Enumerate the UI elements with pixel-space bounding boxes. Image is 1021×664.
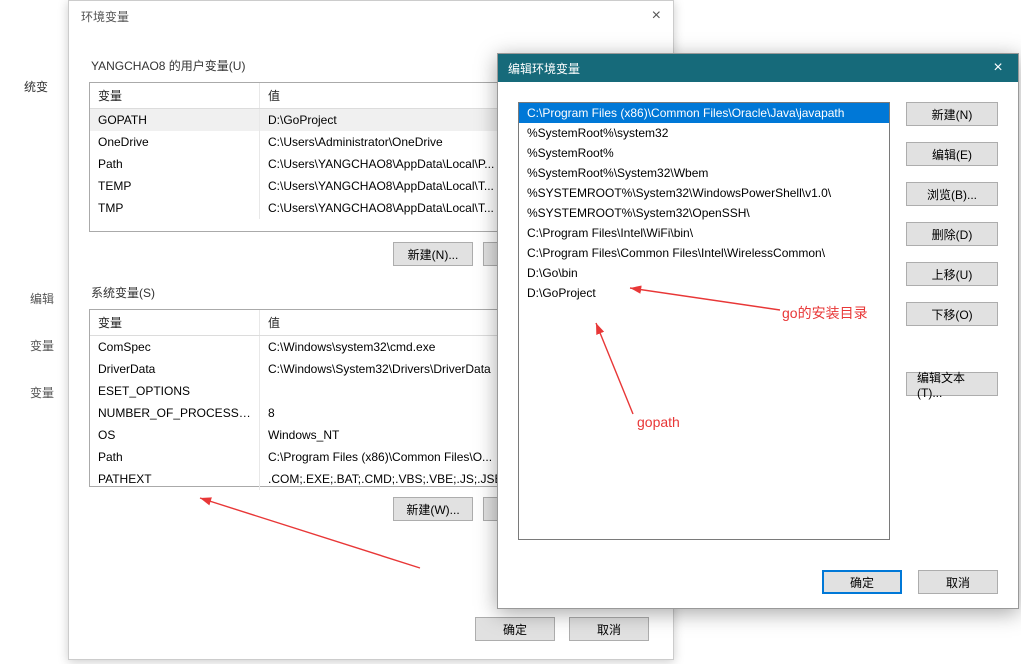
list-item[interactable]: %SystemRoot% xyxy=(519,143,889,163)
var-name: NUMBER_OF_PROCESSORS xyxy=(90,402,260,424)
path-down-button[interactable]: 下移(O) xyxy=(906,302,998,326)
list-item[interactable]: C:\Program Files (x86)\Common Files\Orac… xyxy=(519,103,889,123)
edit-path-window: 编辑环境变量 × C:\Program Files (x86)\Common F… xyxy=(497,53,1019,609)
sys-col-var: 变量 xyxy=(90,310,260,335)
var-name: PATHEXT xyxy=(90,468,260,490)
edit-path-title: 编辑环境变量 xyxy=(508,60,580,77)
sys-new-button[interactable]: 新建(W)... xyxy=(393,497,473,521)
list-item[interactable]: D:\Go\bin xyxy=(519,263,889,283)
var-name: OS xyxy=(90,424,260,446)
list-item[interactable]: %SYSTEMROOT%\System32\OpenSSH\ xyxy=(519,203,889,223)
var-name: ESET_OPTIONS xyxy=(90,380,260,402)
path-up-button[interactable]: 上移(U) xyxy=(906,262,998,286)
side-label-1: 编辑 xyxy=(30,290,68,307)
edit-ok-button[interactable]: 确定 xyxy=(822,570,902,594)
user-new-button[interactable]: 新建(N)... xyxy=(393,242,473,266)
env-vars-title: 环境变量 xyxy=(81,8,129,25)
side-label-2: 变量 xyxy=(30,337,68,354)
var-name: Path xyxy=(90,153,260,175)
edit-cancel-button[interactable]: 取消 xyxy=(918,570,998,594)
side-panel: 编辑 变量 变量 xyxy=(30,260,68,431)
bg-text: 统变 xyxy=(24,78,48,95)
path-new-button[interactable]: 新建(N) xyxy=(906,102,998,126)
path-edit-button[interactable]: 编辑(E) xyxy=(906,142,998,166)
path-listbox[interactable]: C:\Program Files (x86)\Common Files\Orac… xyxy=(518,102,890,540)
var-name: Path xyxy=(90,446,260,468)
var-name: DriverData xyxy=(90,358,260,380)
list-item[interactable]: %SystemRoot%\System32\Wbem xyxy=(519,163,889,183)
env-ok-button[interactable]: 确定 xyxy=(475,617,555,641)
var-name: ComSpec xyxy=(90,336,260,358)
list-item[interactable]: %SYSTEMROOT%\System32\WindowsPowerShell\… xyxy=(519,183,889,203)
close-icon[interactable]: × xyxy=(978,54,1018,82)
path-edit-text-button[interactable]: 编辑文本(T)... xyxy=(906,372,998,396)
list-item[interactable]: C:\Program Files\Common Files\Intel\Wire… xyxy=(519,243,889,263)
path-delete-button[interactable]: 删除(D) xyxy=(906,222,998,246)
var-name: GOPATH xyxy=(90,109,260,131)
list-item[interactable]: %SystemRoot%\system32 xyxy=(519,123,889,143)
env-cancel-button[interactable]: 取消 xyxy=(569,617,649,641)
list-item[interactable]: D:\GoProject xyxy=(519,283,889,303)
path-browse-button[interactable]: 浏览(B)... xyxy=(906,182,998,206)
var-name: OneDrive xyxy=(90,131,260,153)
list-item[interactable]: C:\Program Files\Intel\WiFi\bin\ xyxy=(519,223,889,243)
user-col-var: 变量 xyxy=(90,83,260,108)
side-label-3: 变量 xyxy=(30,384,68,401)
var-name: TMP xyxy=(90,197,260,219)
var-name: TEMP xyxy=(90,175,260,197)
close-icon[interactable]: × xyxy=(652,7,661,25)
